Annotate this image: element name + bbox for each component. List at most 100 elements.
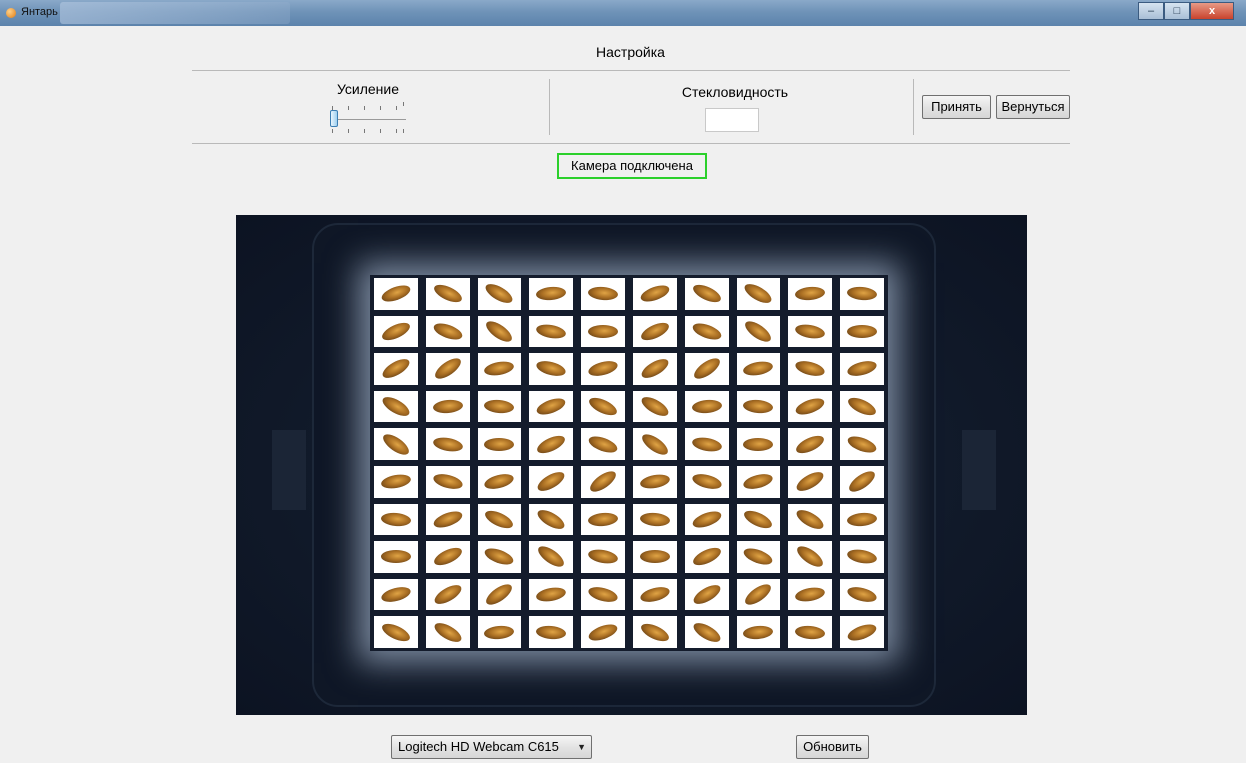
slider-thumb[interactable]: [330, 110, 338, 127]
slider-tick: [348, 129, 349, 133]
seed-cell: [581, 578, 625, 611]
seed-grain: [690, 355, 723, 383]
window-controls: – □ x: [1138, 2, 1234, 20]
seed-cell: [425, 503, 470, 536]
close-icon: x: [1208, 5, 1216, 17]
seed-cell: [840, 578, 884, 611]
seed-cell: [425, 390, 470, 423]
seed-cell: [788, 465, 833, 498]
seed-cell: [736, 616, 781, 648]
seed-cell: [788, 578, 833, 611]
seed-grain: [534, 395, 568, 418]
settings-divider-left: [549, 79, 550, 135]
seed-grain: [794, 468, 827, 495]
seed-grain: [379, 282, 413, 306]
seed-grain: [742, 545, 775, 569]
maximize-button[interactable]: □: [1164, 2, 1190, 20]
seed-cell: [684, 390, 729, 423]
seed-cell: [529, 503, 574, 536]
seed-grain: [638, 393, 672, 420]
seed-cell: [374, 616, 418, 648]
seed-grain: [638, 319, 672, 344]
seed-grain: [845, 394, 879, 419]
settings-divider-right: [913, 79, 914, 135]
slider-tick: [403, 102, 404, 106]
close-button[interactable]: x: [1190, 2, 1234, 20]
seed-cell: [581, 616, 625, 648]
seed-cell: [374, 278, 418, 310]
seed-grain: [846, 467, 879, 496]
seed-grain: [638, 472, 671, 491]
seed-cell: [425, 541, 470, 573]
seed-grain: [484, 437, 515, 451]
seed-cell: [425, 278, 470, 310]
seed-grain: [379, 393, 413, 420]
seed-grain: [483, 624, 515, 640]
window-title: Янтарь: [21, 6, 58, 18]
seed-cell: [477, 353, 522, 385]
vitreous-value-field[interactable]: [705, 108, 759, 132]
settings-bottom-divider: [192, 143, 1070, 144]
gain-slider[interactable]: [328, 102, 408, 138]
seed-cell: [684, 578, 729, 611]
seed-cell: [477, 616, 522, 648]
seed-grain: [431, 619, 464, 646]
seed-cell: [788, 616, 833, 648]
seed-cell: [736, 541, 781, 573]
seed-cell: [788, 503, 833, 536]
seed-grain: [379, 472, 412, 491]
title-bar-blurred-area: [60, 2, 290, 24]
seed-cell: [477, 278, 522, 310]
seed-grain: [535, 468, 568, 495]
camera-select[interactable]: Logitech HD Webcam C615 ▼: [391, 735, 592, 759]
seed-cell: [684, 428, 729, 460]
camera-preview: [236, 215, 1027, 715]
seed-grain: [380, 511, 412, 528]
seed-grain: [742, 280, 775, 307]
seed-cell: [374, 541, 418, 573]
seed-grain: [379, 430, 412, 459]
seed-grain: [794, 506, 827, 533]
seed-cell: [840, 616, 884, 648]
seed-cell: [788, 428, 833, 460]
seed-grain: [587, 547, 619, 566]
seed-grain: [535, 543, 568, 571]
seed-grain: [483, 317, 516, 346]
seed-cell: [425, 315, 470, 348]
seed-cell: [840, 465, 884, 498]
seed-cell: [632, 353, 677, 385]
minimize-button[interactable]: –: [1138, 2, 1164, 20]
refresh-button[interactable]: Обновить: [796, 735, 869, 759]
camera-status: Камера подключена: [557, 153, 707, 179]
seed-cell: [632, 578, 677, 611]
seed-grain: [638, 430, 671, 459]
seed-grain: [638, 619, 672, 645]
back-button[interactable]: Вернуться: [996, 95, 1070, 119]
slider-track: [330, 119, 406, 120]
seed-grain: [587, 511, 619, 528]
seed-grain: [690, 544, 724, 570]
seed-grain: [794, 585, 827, 604]
seed-cell: [529, 353, 574, 385]
seed-cell: [581, 315, 625, 348]
seed-cell: [425, 353, 470, 385]
seed-cell: [477, 390, 522, 423]
seed-grain: [535, 358, 568, 380]
seed-cell: [736, 315, 781, 348]
seed-grain: [380, 550, 411, 564]
seed-cell: [425, 616, 470, 648]
seed-grain: [431, 471, 464, 492]
seed-grain: [639, 511, 671, 528]
seed-cell: [477, 315, 522, 348]
seed-grain: [845, 584, 879, 605]
seed-cell: [374, 465, 418, 498]
seed-grain: [586, 358, 620, 380]
seed-grain: [431, 435, 464, 454]
seed-cell: [477, 428, 522, 460]
seed-cell: [477, 578, 522, 611]
vitreous-label: Стекловидность: [681, 84, 789, 100]
seed-grain: [793, 395, 827, 418]
seed-cell: [632, 541, 677, 573]
accept-button[interactable]: Принять: [922, 95, 991, 119]
seed-cell: [581, 390, 625, 423]
